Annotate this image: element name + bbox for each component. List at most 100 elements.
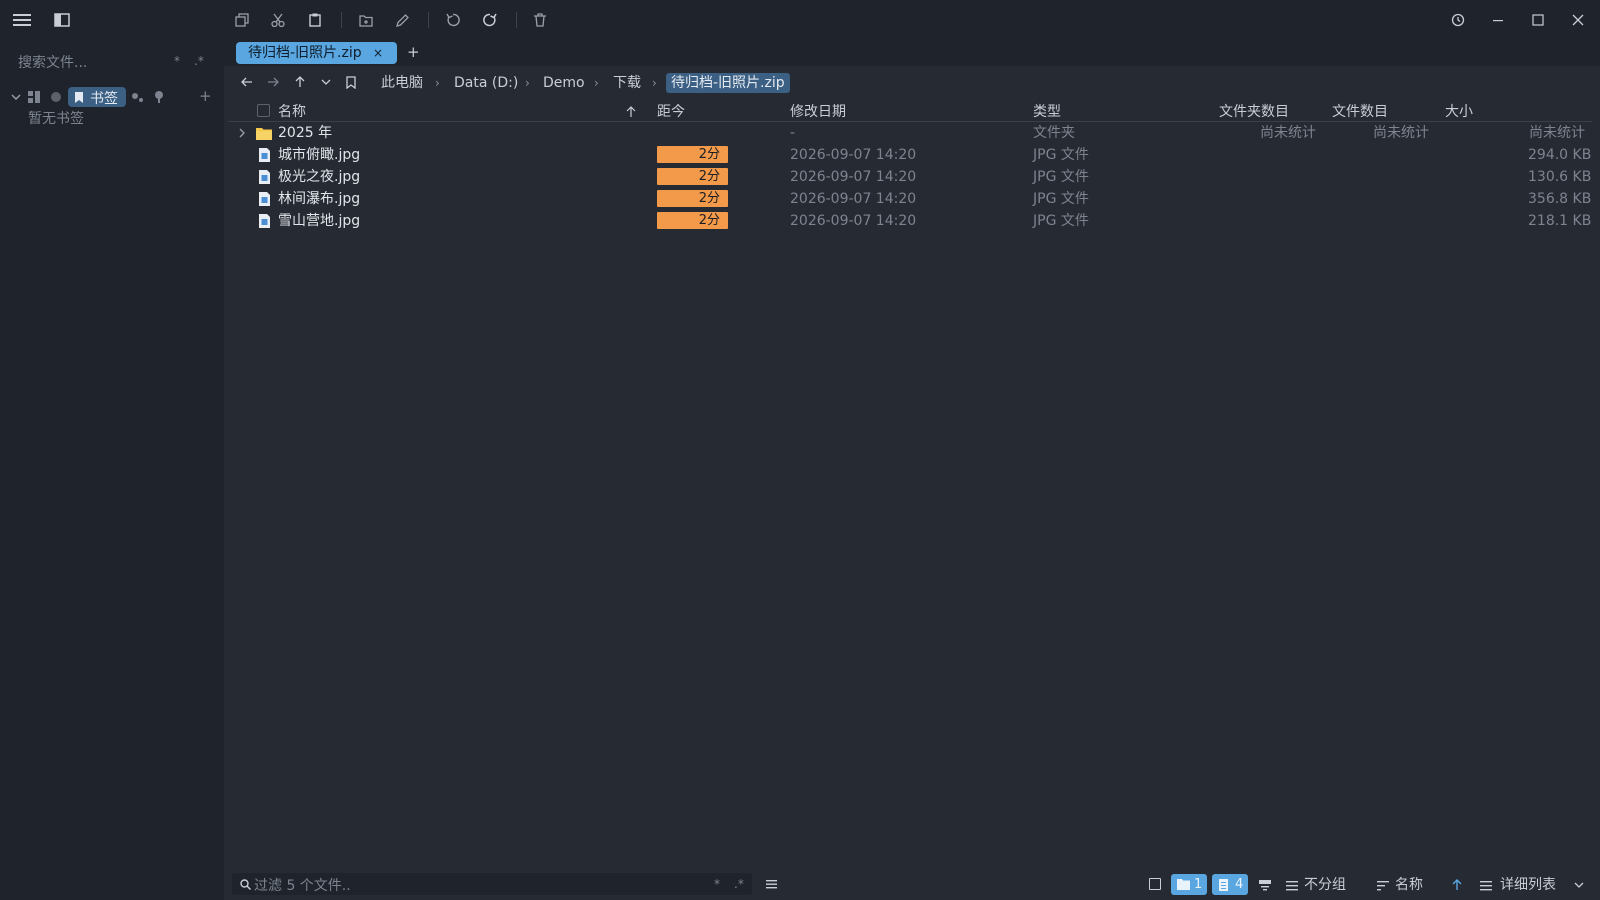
minimize-icon[interactable] xyxy=(1489,11,1507,29)
row-file-count: 尚未统计 xyxy=(1373,125,1429,141)
breadcrumb-item[interactable]: 此电脑 xyxy=(381,73,423,93)
row-name: 2025 年 xyxy=(278,125,333,141)
redo-icon[interactable] xyxy=(481,11,499,29)
row-name: 雪山营地.jpg xyxy=(278,213,361,229)
breadcrumb-item[interactable]: 下载 xyxy=(613,73,641,93)
chevron-down-icon[interactable] xyxy=(1572,878,1586,892)
view-mode-dropdown[interactable]: 详细列表 xyxy=(1500,874,1556,894)
grid-icon[interactable] xyxy=(27,90,41,104)
image-file-icon xyxy=(258,191,270,206)
sidebar-search-regex-toggle[interactable]: .* xyxy=(194,54,204,68)
sort-icon[interactable] xyxy=(1375,877,1391,893)
filter-placeholder: 过滤 5 个文件.. xyxy=(254,878,351,894)
column-header-size[interactable]: 大小 xyxy=(1445,103,1473,121)
sort-ascending-icon[interactable] xyxy=(624,104,638,120)
toolbar-divider xyxy=(516,12,517,28)
breadcrumb-separator: › xyxy=(435,76,440,90)
breadcrumb-separator: › xyxy=(525,76,530,90)
new-folder-icon[interactable] xyxy=(357,11,375,29)
column-header-file-count[interactable]: 文件数目 xyxy=(1332,103,1388,121)
add-bookmark-button[interactable]: + xyxy=(199,87,212,105)
bookmarks-empty-text: 暂无书签 xyxy=(28,111,84,127)
folders-count-badge[interactable]: 1 xyxy=(1171,874,1207,895)
column-header-folder-count[interactable]: 文件夹数目 xyxy=(1219,103,1289,121)
row-type: JPG 文件 xyxy=(1033,147,1089,163)
undo-icon[interactable] xyxy=(444,11,462,29)
hamburger-menu-icon[interactable] xyxy=(12,11,32,29)
bookmark-add-icon[interactable] xyxy=(343,74,359,90)
copy-icon[interactable] xyxy=(233,11,251,29)
chevron-down-icon[interactable] xyxy=(10,90,22,104)
sidebar-search-wildcard-toggle[interactable]: * xyxy=(174,54,180,68)
time-since-badge: 2分 xyxy=(657,212,728,229)
forward-arrow-icon[interactable] xyxy=(265,74,281,90)
tab-label: 待归档-旧照片.zip xyxy=(248,45,362,61)
tab-archive[interactable]: 待归档-旧照片.zip × xyxy=(236,42,397,64)
time-since-badge: 2分 xyxy=(657,190,728,207)
maximize-icon[interactable] xyxy=(1529,11,1547,29)
history-icon[interactable] xyxy=(1449,11,1467,29)
toolbar-divider xyxy=(341,12,342,28)
filter-options-icon[interactable] xyxy=(763,876,779,892)
image-file-icon xyxy=(258,213,270,228)
history-dropdown-icon[interactable] xyxy=(318,74,334,90)
row-size: 尚未统计 xyxy=(1529,125,1585,141)
paste-icon[interactable] xyxy=(306,11,324,29)
select-mode-checkbox[interactable] xyxy=(1149,878,1161,890)
rename-icon[interactable] xyxy=(393,11,411,29)
sort-direction-icon[interactable] xyxy=(1450,877,1464,893)
tag-icon[interactable] xyxy=(130,90,144,104)
new-tab-button[interactable]: + xyxy=(407,43,420,61)
sort-dropdown[interactable]: 名称 xyxy=(1395,874,1423,894)
group-icon[interactable] xyxy=(1284,877,1300,893)
pin-icon[interactable] xyxy=(153,90,165,104)
filter-input[interactable]: 过滤 5 个文件.. * .* xyxy=(232,873,752,895)
bookmark-tab[interactable]: 书签 xyxy=(68,87,126,107)
cut-icon[interactable] xyxy=(269,11,287,29)
breadcrumb-item[interactable]: Data (D:) xyxy=(454,73,518,93)
filter-wildcard-toggle[interactable]: * xyxy=(714,877,720,891)
breadcrumb-current[interactable]: 待归档-旧照片.zip xyxy=(666,73,790,93)
select-all-checkbox[interactable] xyxy=(257,104,270,117)
view-mode-icon[interactable] xyxy=(1478,877,1494,893)
breadcrumb-separator: › xyxy=(652,76,657,90)
chevron-right-icon[interactable] xyxy=(237,127,247,139)
row-type: JPG 文件 xyxy=(1033,169,1089,185)
search-icon xyxy=(238,877,252,891)
row-size: 294.0 KB xyxy=(1528,147,1592,163)
row-size: 218.1 KB xyxy=(1528,213,1592,229)
file-icon xyxy=(1217,878,1229,891)
close-window-icon[interactable] xyxy=(1569,11,1587,29)
row-type: JPG 文件 xyxy=(1033,191,1089,207)
column-header-modified[interactable]: 修改日期 xyxy=(790,103,846,121)
row-name: 极光之夜.jpg xyxy=(278,169,361,185)
column-header-since[interactable]: 距今 xyxy=(657,103,685,121)
folders-count: 1 xyxy=(1194,877,1203,892)
row-folder-count: 尚未统计 xyxy=(1260,125,1316,141)
column-header-name[interactable]: 名称 xyxy=(278,103,306,121)
row-name: 城市俯瞰.jpg xyxy=(278,147,361,163)
row-type: JPG 文件 xyxy=(1033,213,1089,229)
sidebar-search-input[interactable]: 搜索文件... xyxy=(18,52,87,72)
breadcrumb-separator: › xyxy=(594,76,599,90)
sidebar-toggle-icon[interactable] xyxy=(53,11,71,29)
header-divider xyxy=(228,121,1592,122)
delete-icon[interactable] xyxy=(531,11,549,29)
row-type: 文件夹 xyxy=(1033,125,1075,141)
row-name: 林间瀑布.jpg xyxy=(278,191,361,207)
row-modified: 2026-09-07 14:20 xyxy=(790,191,917,207)
filter-regex-toggle[interactable]: .* xyxy=(734,877,744,891)
row-modified: 2026-09-07 14:20 xyxy=(790,169,917,185)
layout-icon[interactable] xyxy=(1257,877,1273,893)
toolbar-divider xyxy=(428,12,429,28)
column-header-type[interactable]: 类型 xyxy=(1033,103,1061,121)
tab-close-button[interactable]: × xyxy=(373,42,383,64)
up-arrow-icon[interactable] xyxy=(292,74,308,90)
clock-icon[interactable] xyxy=(49,90,63,104)
bookmark-tab-label: 书签 xyxy=(90,91,118,107)
files-count-badge[interactable]: 4 xyxy=(1212,874,1248,895)
row-size: 356.8 KB xyxy=(1528,191,1592,207)
group-dropdown[interactable]: 不分组 xyxy=(1304,874,1346,894)
back-arrow-icon[interactable] xyxy=(239,74,255,90)
breadcrumb-item[interactable]: Demo xyxy=(543,73,585,93)
